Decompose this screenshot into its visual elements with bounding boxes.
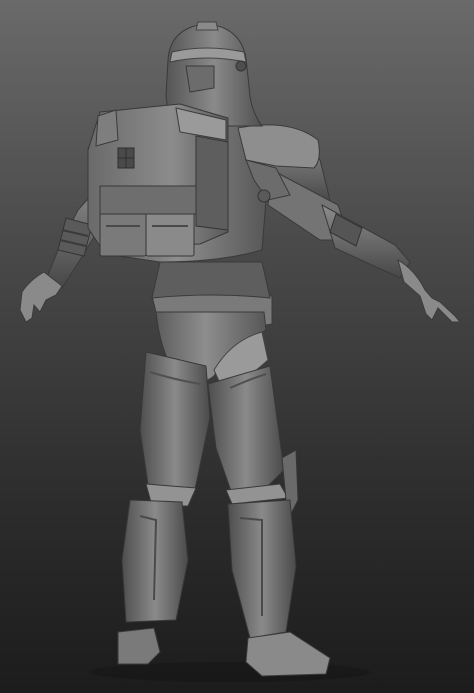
trooper-model-render bbox=[19, 21, 462, 682]
right-leg bbox=[207, 365, 331, 677]
helmet-bolt bbox=[235, 60, 247, 72]
power-cell-right bbox=[145, 211, 195, 257]
shoulder-joint bbox=[257, 189, 271, 203]
left-leg bbox=[117, 351, 211, 665]
left-boot bbox=[117, 627, 161, 665]
render-viewport bbox=[0, 0, 474, 693]
backpack bbox=[87, 103, 229, 257]
power-cell-left bbox=[99, 211, 147, 257]
right-boot bbox=[245, 631, 331, 677]
